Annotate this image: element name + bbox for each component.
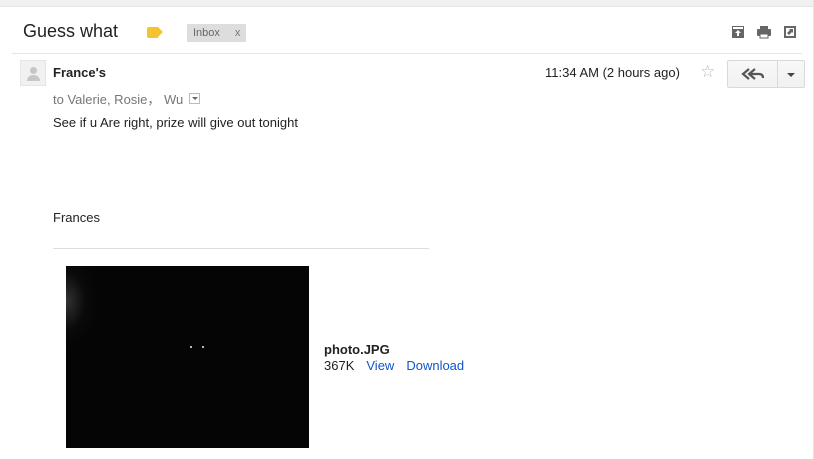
attachment-thumbnail[interactable] bbox=[66, 266, 309, 448]
more-actions-button[interactable] bbox=[778, 60, 805, 88]
email-subject: Guess what bbox=[23, 21, 119, 41]
archive-icon[interactable] bbox=[730, 24, 746, 40]
reply-all-icon bbox=[741, 68, 765, 80]
view-attachment-link[interactable]: View bbox=[366, 358, 394, 373]
new-window-icon[interactable] bbox=[782, 24, 798, 40]
message-timestamp: 11:34 AM (2 hours ago) bbox=[545, 65, 680, 80]
subject-divider bbox=[12, 53, 802, 54]
attachment-divider bbox=[53, 248, 429, 249]
thumbnail-light-glare bbox=[66, 266, 96, 346]
reply-all-button[interactable] bbox=[727, 60, 778, 88]
reply-button-group bbox=[727, 60, 805, 88]
download-attachment-link[interactable]: Download bbox=[406, 358, 464, 373]
inbox-label-text: Inbox bbox=[193, 27, 220, 39]
sender-name[interactable]: France's bbox=[53, 65, 106, 80]
star-icon[interactable]: ☆ bbox=[700, 63, 715, 80]
attachment-size: 367K bbox=[324, 358, 355, 373]
label-tag-icon[interactable] bbox=[147, 27, 163, 38]
recipients-text: to Valerie, Rosie， Wu bbox=[53, 92, 184, 107]
header-actions bbox=[730, 24, 798, 40]
show-details-dropdown-icon[interactable] bbox=[189, 93, 201, 104]
attachment-meta: 367K View Download bbox=[324, 358, 464, 373]
recipients-line: to Valerie, Rosie， Wu bbox=[53, 89, 201, 108]
inbox-label-chip[interactable]: Inbox x bbox=[187, 24, 247, 42]
attachment-filename: photo.JPG bbox=[324, 342, 390, 357]
top-bar-strip bbox=[0, 0, 814, 7]
sender-avatar[interactable] bbox=[20, 60, 46, 86]
thumbnail-light-dot bbox=[190, 346, 192, 348]
remove-label-button[interactable]: x bbox=[235, 27, 241, 39]
print-icon[interactable] bbox=[756, 24, 772, 40]
message-signature: Frances bbox=[53, 210, 100, 225]
thumbnail-light-dot bbox=[202, 346, 204, 348]
message-body: See if u Are right, prize will give out … bbox=[53, 115, 298, 130]
